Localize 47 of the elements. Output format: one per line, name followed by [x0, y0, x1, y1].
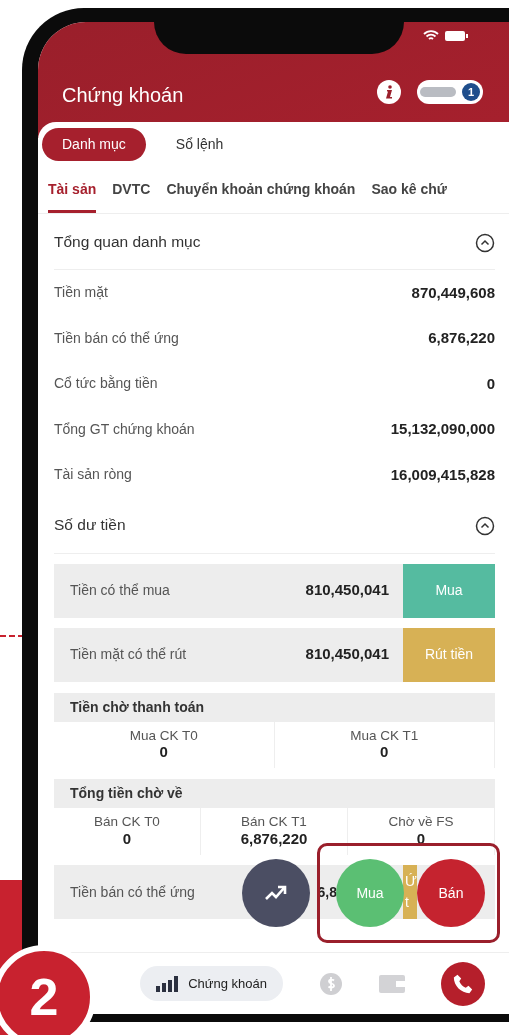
count-badge: 1 [462, 83, 480, 101]
info-icon[interactable] [377, 80, 401, 104]
phone-icon [452, 972, 474, 995]
phone-button[interactable] [441, 961, 485, 1006]
bar-chart-icon [156, 975, 179, 992]
row-value: 15,132,090,000 [390, 419, 495, 439]
cell-label: Mua CK T0 [128, 727, 199, 743]
cell-label: Bán CK T0 [93, 814, 161, 830]
row-label: Tổng GT chứng khoán [54, 419, 195, 439]
tab[interactable]: DVTC [112, 179, 151, 213]
row-label: Tiền mặt có thể rút [69, 645, 187, 664]
row-label: Tiền có thể mua [69, 581, 170, 600]
cell-label: Chờ về FS [387, 814, 455, 830]
row-value: 810,450,041 [305, 644, 390, 665]
row-value: 6,876,220 [428, 328, 495, 348]
row-label: Tài sản ròng [54, 465, 132, 485]
trend-icon [265, 885, 287, 901]
group-header: Tổng tiền chờ về [54, 779, 495, 809]
nav-tab[interactable]: Chứng khoán [140, 965, 283, 1002]
row-label: Tiền mặt [54, 283, 108, 303]
cell-value: 0 [379, 743, 390, 761]
tab[interactable]: Chuyển khoản chứng khoán [166, 179, 356, 213]
cell-label: Bán CK T1 [240, 814, 308, 830]
tab[interactable]: Sao kê chứ [371, 179, 447, 213]
cell-label: Mua CK T1 [349, 727, 420, 743]
blurred-account-name [420, 87, 456, 97]
account-menu-button[interactable]: 1 [417, 80, 483, 104]
segment-tab[interactable]: Sổ lệnh [155, 128, 244, 161]
row-value: 870,449,608 [411, 282, 495, 303]
group-header: Tiền chờ thanh toán [54, 692, 495, 722]
row-label: Cổ tức bằng tiền [54, 374, 158, 394]
segment-tab[interactable]: Danh mục [42, 128, 146, 161]
section-title: Số dư tiền [54, 515, 126, 536]
row-value: 16,009,415,828 [390, 464, 495, 485]
section-title: Tổng quan danh mục [54, 231, 201, 252]
wifi-icon [423, 30, 439, 42]
battery-icon [445, 30, 469, 42]
row-label: Tiền bán có thể ứng [54, 328, 179, 348]
row-value: 810,450,041 [305, 580, 390, 601]
tab[interactable]: Tài sản [48, 179, 97, 213]
row-value: 0 [486, 373, 495, 394]
cell-value: 0 [121, 829, 133, 848]
cell-value: 6,876,220 [239, 829, 309, 848]
page-title: Chứng khoán [62, 83, 185, 108]
cell-value: 0 [158, 743, 169, 761]
sell-button[interactable]: Bán [417, 859, 485, 927]
row-label: Tiền bán có thể ứng [69, 882, 195, 902]
